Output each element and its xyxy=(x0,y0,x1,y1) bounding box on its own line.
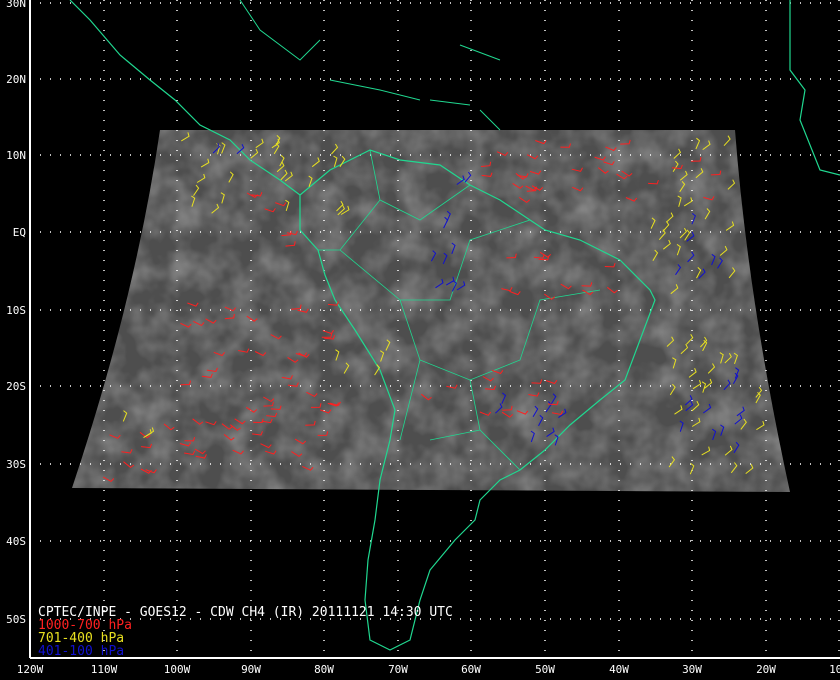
africa-coastline xyxy=(789,0,840,176)
latitude-label: 10S xyxy=(6,304,26,317)
longitude-label: 50W xyxy=(535,663,555,676)
legend-high-level: 401-100 hPa xyxy=(38,644,124,659)
satellite-wind-map: 120W110W100W90W80W70W60W50W40W30W20W10W … xyxy=(0,0,840,680)
latitude-labels: 30N 20N 10N EQ 10S 20S 30S 40S 50S xyxy=(6,0,26,626)
longitude-label: 30W xyxy=(682,663,702,676)
longitude-label: 120W xyxy=(17,663,44,676)
latitude-label: 20S xyxy=(6,380,26,393)
latitude-label: 30N xyxy=(6,0,26,10)
longitude-label: 100W xyxy=(164,663,191,676)
latitude-label: EQ xyxy=(13,226,26,239)
latitude-label: 10N xyxy=(6,149,26,162)
longitude-label: 90W xyxy=(241,663,261,676)
latitude-label: 30S xyxy=(6,458,26,471)
map-canvas: 120W110W100W90W80W70W60W50W40W30W20W10W … xyxy=(6,0,840,676)
longitude-label: 60W xyxy=(461,663,481,676)
latitude-label: 20N xyxy=(6,73,26,86)
longitude-label: 10W xyxy=(829,663,840,676)
caribbean-islands xyxy=(239,0,501,131)
longitude-label: 20W xyxy=(756,663,776,676)
longitude-label: 110W xyxy=(91,663,118,676)
latitude-label: 50S xyxy=(6,613,26,626)
latitude-label: 40S xyxy=(6,535,26,548)
longitude-label: 40W xyxy=(609,663,629,676)
longitude-label: 80W xyxy=(314,663,334,676)
longitude-labels: 120W 110W 100W 90W 80W 70W 60W 50W 40W 30W 20W 10W xyxy=(17,663,840,676)
longitude-label: 70W xyxy=(388,663,408,676)
cloud-texture xyxy=(72,130,790,492)
